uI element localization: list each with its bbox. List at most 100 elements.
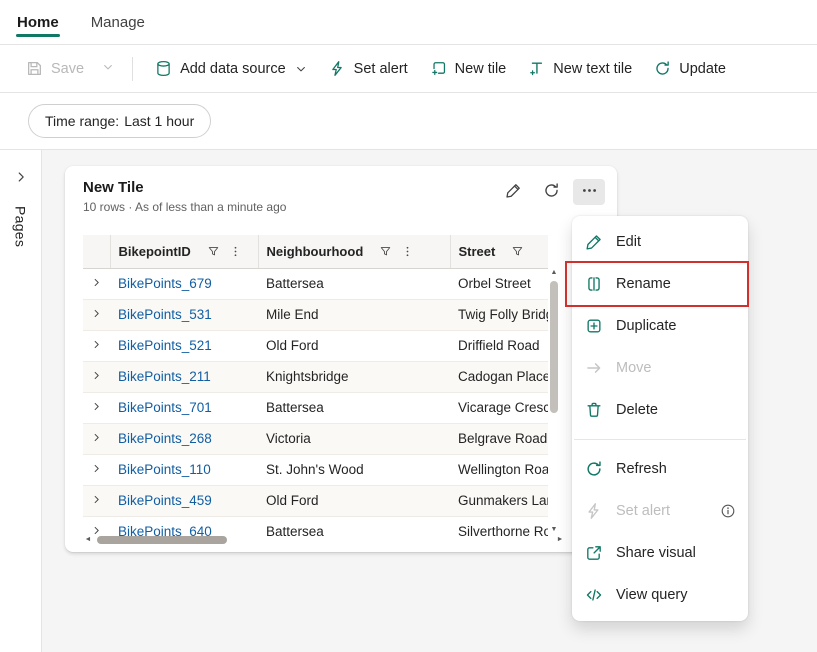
row-expand-chevron-icon[interactable] — [83, 454, 110, 486]
horizontal-scroll-thumb[interactable] — [97, 535, 227, 544]
set-alert-button[interactable]: Set alert — [321, 53, 416, 84]
table-cell: Knightsbridge — [258, 361, 450, 393]
refresh-tile-button[interactable] — [535, 179, 567, 205]
menu-item-label: Duplicate — [616, 318, 677, 334]
table-cell: Mile End — [258, 299, 450, 331]
info-icon — [720, 503, 736, 519]
column-label: Street — [458, 243, 496, 259]
time-range-button[interactable]: Time range: Last 1 hour — [28, 104, 212, 138]
database-icon — [155, 60, 172, 77]
menu-item-label: View query — [616, 587, 688, 603]
tile-header: New Tile 10 rows · As of less than a min… — [65, 166, 617, 214]
table-cell: BikePoints_531 — [110, 299, 258, 331]
menu-item-duplicate[interactable]: Duplicate — [572, 305, 748, 347]
scroll-left-icon[interactable]: ◄ — [83, 536, 93, 543]
column-header-street: Street — [449, 235, 548, 269]
menu-item-label: Edit — [616, 234, 641, 250]
column-label: Neighbourhood — [266, 243, 364, 259]
table-cell: Gunmakers Lar — [450, 485, 548, 517]
menu-item-delete[interactable]: Delete — [572, 389, 748, 431]
menu-item-rename[interactable]: Rename — [565, 261, 749, 307]
expand-pages-button[interactable] — [10, 166, 32, 191]
table-cell: Vicarage Cresc — [450, 392, 548, 424]
expander-column-header — [83, 235, 110, 269]
tab-home[interactable]: Home — [16, 1, 60, 44]
alert-icon — [584, 501, 604, 521]
menu-item-share-visual[interactable]: Share visual — [572, 532, 748, 574]
column-header-neighbourhood: Neighbourhood — [257, 235, 450, 269]
table-cell: BikePoints_521 — [110, 330, 258, 362]
table-cell: BikePoints_701 — [110, 392, 258, 424]
vertical-scrollbar[interactable]: ▲ ▼ — [548, 268, 560, 535]
table-cell: Cadogan Place — [450, 361, 548, 393]
table-cell: BikePoints_268 — [110, 423, 258, 455]
tab-manage[interactable]: Manage — [90, 1, 146, 44]
menu-item-label: Move — [616, 360, 652, 376]
time-range-value: Last 1 hour — [124, 113, 195, 129]
time-range-bar: Time range: Last 1 hour — [0, 93, 817, 150]
save-dropdown-button[interactable] — [98, 54, 118, 83]
table-cell: St. John's Wood — [258, 454, 450, 486]
add-data-source-button[interactable]: Add data source — [147, 53, 315, 84]
kebab-icon[interactable] — [229, 245, 242, 258]
filter-icon[interactable] — [207, 245, 220, 258]
tile-table-viewport: BikepointID Neighbourhood Street BikePoint… — [83, 235, 548, 536]
tile-more-button[interactable] — [573, 179, 605, 205]
row-expand-chevron-icon[interactable] — [83, 423, 110, 455]
tile-table-body: BikePoints_679 Battersea Orbel Street BikeP… — [83, 268, 548, 536]
refresh-icon — [654, 60, 671, 77]
table-header-row: BikepointID Neighbourhood Street — [83, 235, 548, 269]
table-cell: Battersea — [258, 268, 450, 300]
table-cell: BikePoints_679 — [110, 268, 258, 300]
table-cell: Old Ford — [258, 485, 450, 517]
set-alert-label: Set alert — [353, 60, 408, 77]
table-row: BikePoints_110 St. John's Wood Wellington … — [83, 454, 548, 486]
menu-item-set-alert[interactable]: Set alert — [572, 490, 748, 532]
scroll-right-icon[interactable]: ► — [555, 536, 565, 543]
app-root: Home Manage Save Add data source Set ale… — [0, 0, 817, 652]
table-cell: BikePoints_459 — [110, 485, 258, 517]
row-expand-chevron-icon[interactable] — [83, 268, 110, 300]
new-tile-label: New tile — [454, 60, 507, 77]
tile-title: New Tile — [83, 179, 144, 196]
share-icon — [584, 543, 604, 563]
edit-tile-button[interactable] — [497, 179, 529, 205]
save-label: Save — [51, 60, 85, 77]
table-row: BikePoints_679 Battersea Orbel Street — [83, 268, 548, 300]
tile-table: BikepointID Neighbourhood Street BikePoint… — [83, 235, 548, 536]
row-expand-chevron-icon[interactable] — [83, 330, 110, 362]
time-range-label: Time range: — [45, 113, 120, 129]
row-expand-chevron-icon[interactable] — [83, 392, 110, 424]
scroll-up-icon[interactable]: ▲ — [551, 268, 558, 278]
row-expand-chevron-icon[interactable] — [83, 485, 110, 517]
table-cell: BikePoints_211 — [110, 361, 258, 393]
table-cell: Victoria — [258, 423, 450, 455]
table-row: BikePoints_521 Old Ford Driffield Road — [83, 330, 548, 362]
table-row: BikePoints_701 Battersea Vicarage Cresc — [83, 392, 548, 424]
menu-item-view-query[interactable]: View query — [572, 574, 748, 616]
horizontal-scroll-track[interactable] — [93, 533, 555, 546]
pencil-icon — [505, 182, 522, 202]
menu-item-edit[interactable]: Edit — [572, 221, 748, 263]
save-button[interactable]: Save — [18, 53, 92, 84]
update-button[interactable]: Update — [646, 53, 734, 84]
horizontal-scrollbar[interactable]: ◄ ► — [83, 533, 565, 546]
menu-item-label: Delete — [616, 402, 658, 418]
vertical-scroll-thumb[interactable] — [550, 281, 558, 413]
table-cell: Battersea — [258, 392, 450, 424]
filter-icon[interactable] — [379, 245, 392, 258]
toolbar-divider — [132, 56, 134, 81]
filter-icon[interactable] — [511, 245, 524, 258]
new-text-tile-button[interactable]: New text tile — [520, 53, 640, 84]
vertical-scroll-track[interactable] — [548, 278, 560, 525]
row-expand-chevron-icon[interactable] — [83, 299, 110, 331]
chevron-right-icon — [14, 170, 28, 187]
table-cell: Twig Folly Bridg — [450, 299, 548, 331]
menu-item-label: Refresh — [616, 461, 667, 477]
menu-item-refresh[interactable]: Refresh — [572, 448, 748, 490]
chevron-down-icon — [102, 61, 114, 76]
menu-item-move[interactable]: Move — [572, 347, 748, 389]
row-expand-chevron-icon[interactable] — [83, 361, 110, 393]
kebab-icon[interactable] — [401, 245, 414, 258]
new-tile-button[interactable]: New tile — [422, 53, 515, 84]
